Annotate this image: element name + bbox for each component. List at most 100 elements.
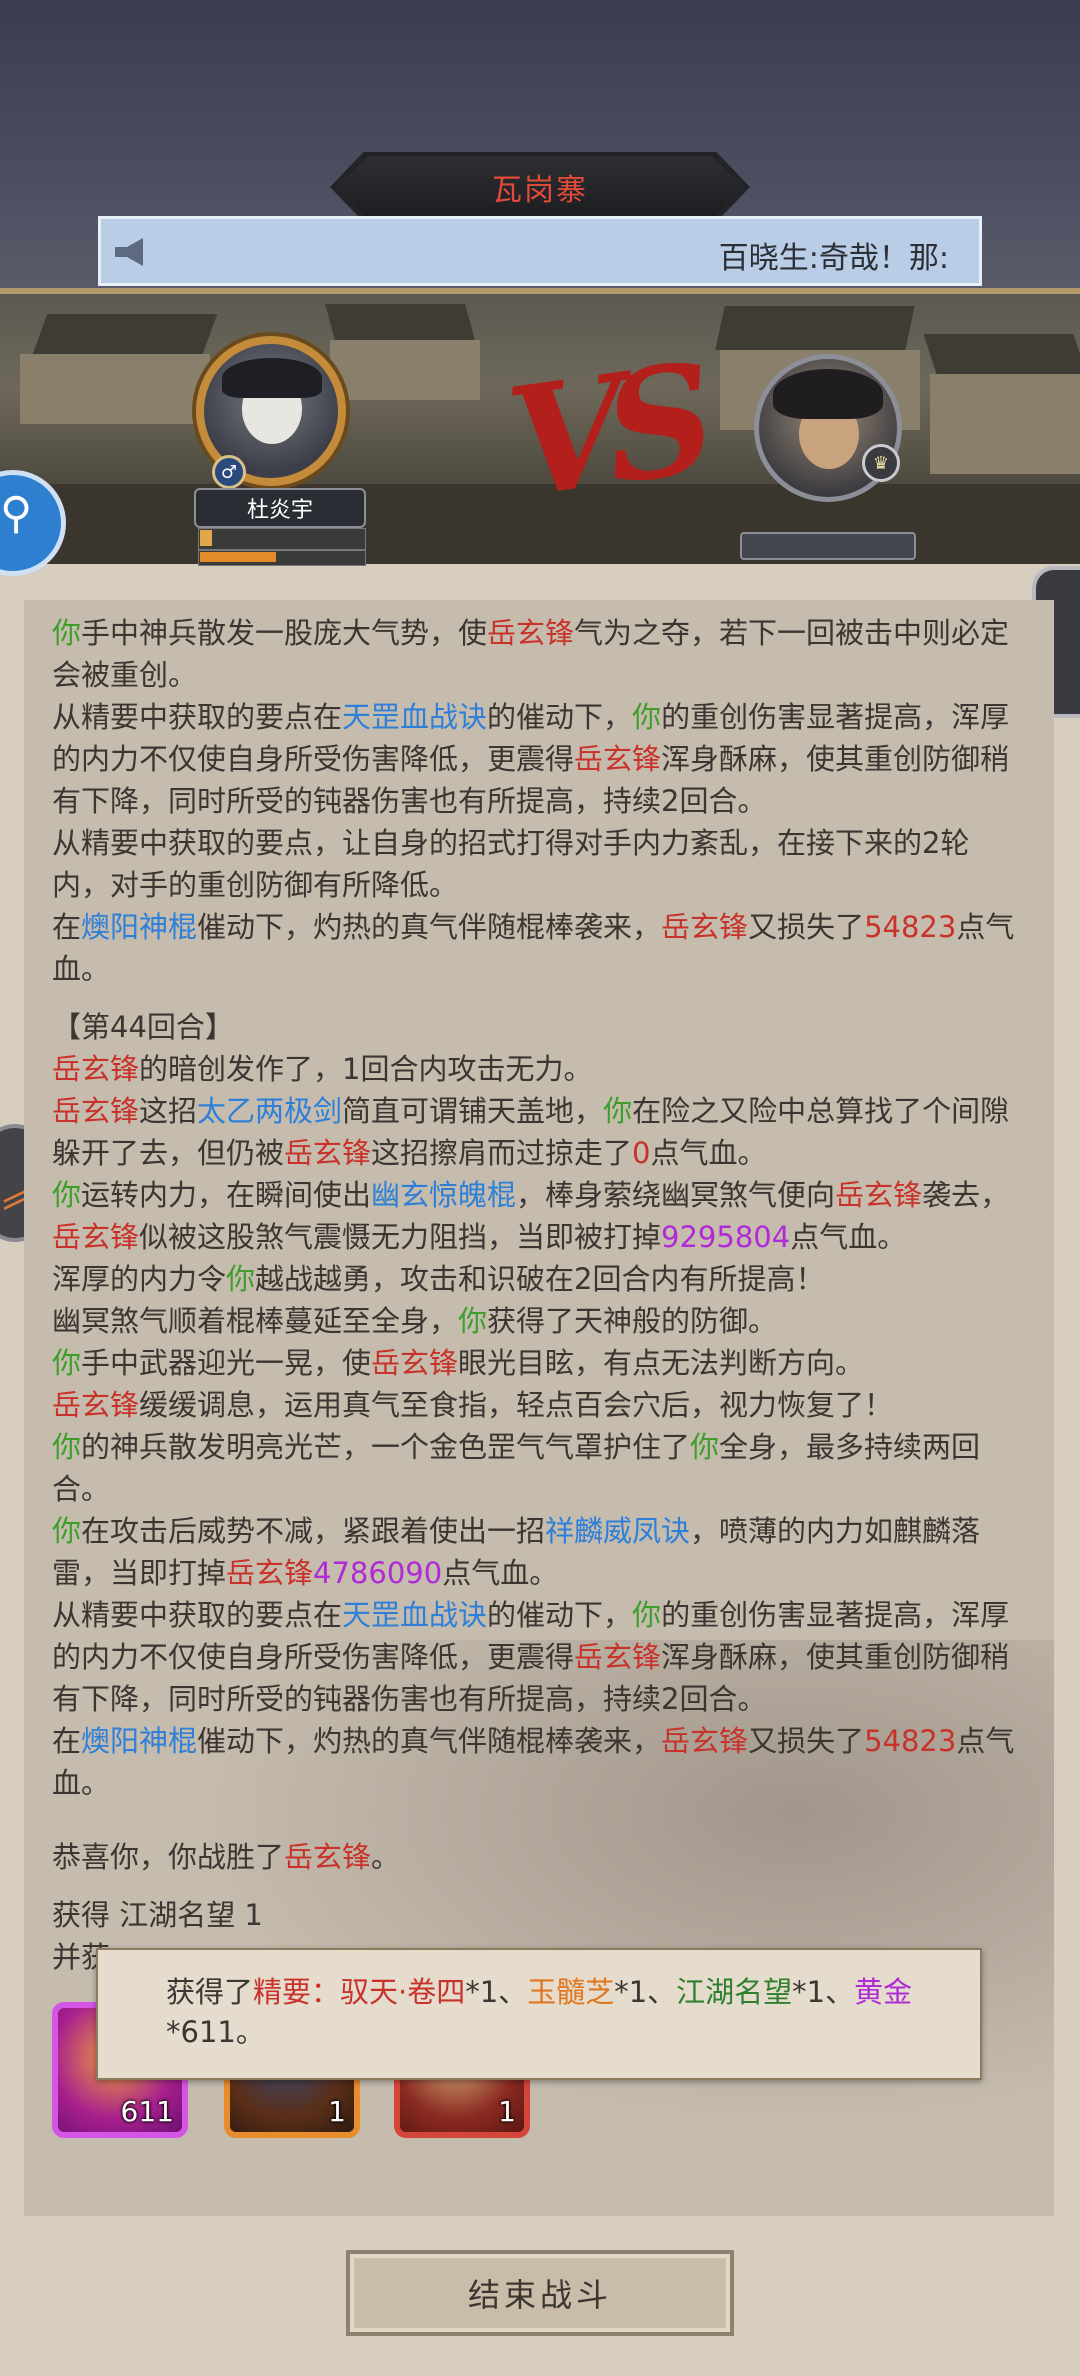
log-segment: 从精要中获取的要点在	[52, 1598, 343, 1632]
log-segment: 岳玄锋	[52, 1094, 140, 1128]
log-segment: 这招	[139, 1094, 198, 1128]
log-segment: 燠阳神棍	[81, 1724, 198, 1758]
log-line: 岳玄锋缓缓调息，运用真气至食指，轻点百会穴后，视力恢复了！	[52, 1384, 1026, 1426]
log-segment: 54823	[864, 910, 957, 944]
log-segment: 点气血。	[790, 1220, 907, 1254]
log-segment: 催动下，灼热的真气伴随棍棒袭来，	[197, 1724, 662, 1758]
log-segment: 的催动下，	[487, 700, 633, 734]
log-segment: 黄金	[854, 1975, 913, 2009]
log-segment: 你	[690, 1430, 720, 1464]
village-roof	[32, 314, 218, 354]
player-hp-fill	[200, 530, 212, 546]
log-line: 浑厚的内力令你越战越勇，攻击和识破在2回合内有所提高！	[52, 1258, 1026, 1300]
victory-message: 恭喜你，你战胜了岳玄锋。	[52, 1836, 1026, 1878]
enemy-hair	[773, 369, 883, 419]
log-segment: 你	[603, 1094, 633, 1128]
log-segment: 获得了天神般的防御。	[487, 1304, 778, 1338]
log-line: 你运转内力，在瞬间使出幽玄惊魄棍，棒身萦绕幽冥煞气便向岳玄锋袭去，岳玄锋似被这股…	[52, 1174, 1026, 1258]
player-hp-bar	[198, 528, 366, 550]
search-icon: ⚲	[0, 488, 33, 539]
log-segment: 岳玄锋	[835, 1178, 923, 1212]
log-line: 从精要中获取的要点在天罡血战诀的催动下，你的重创伤害显著提高，浑厚的内力不仅使自…	[52, 696, 1026, 822]
log-line: 在燠阳神棍催动下，灼热的真气伴随棍棒袭来，岳玄锋又损失了54823点气血。	[52, 906, 1026, 990]
log-segment: 这招擦肩而过掠走了	[371, 1136, 633, 1170]
log-segment: 岳玄锋	[52, 1220, 140, 1254]
log-line: 你手中神兵散发一股庞大气势，使岳玄锋气为之夺，若下一回被击中则必定会被重创。	[52, 612, 1026, 696]
log-line: 从精要中获取的要点在天罡血战诀的催动下，你的重创伤害显著提高，浑厚的内力不仅使自…	[52, 1594, 1026, 1720]
log-segment: 运转内力，在瞬间使出	[81, 1178, 372, 1212]
end-battle-button[interactable]: 结束战斗	[346, 2250, 734, 2336]
enemy-name-plate	[740, 532, 916, 560]
village-roof	[715, 306, 915, 350]
reward-reputation: 获得 江湖名望 1	[52, 1898, 263, 1932]
log-segment: *611。	[166, 2015, 265, 2049]
log-segment: 岳玄锋	[661, 910, 749, 944]
log-segment: 你	[226, 1262, 256, 1296]
vs-emblem: VS	[498, 332, 707, 532]
village-roof	[325, 304, 475, 340]
log-segment: 你	[52, 1178, 82, 1212]
log-segment: 玉髓芝	[527, 1975, 615, 2009]
log-segment: 手中神兵散发一股庞大气势，使	[81, 616, 488, 650]
log-segment: 天罡血战诀	[342, 700, 488, 734]
broadcast-message: 百晓生:奇哉！那:	[718, 241, 949, 276]
player-energy-fill	[200, 552, 276, 562]
log-segment: 的催动下，	[487, 1598, 633, 1632]
log-segment: 你	[632, 1598, 662, 1632]
log-segment: ，棒身萦绕幽冥煞气便向	[516, 1178, 836, 1212]
log-segment: 岳玄锋	[574, 742, 662, 776]
item-count: 1	[328, 2095, 346, 2128]
log-segment: 。	[371, 1840, 401, 1874]
megaphone-icon	[115, 238, 143, 266]
log-segment: 又损失了	[748, 1724, 865, 1758]
log-segment: 缓缓调息，运用真气至食指，轻点百会穴后，视力恢复了！	[139, 1388, 894, 1422]
round-header: 【第44回合】	[52, 1010, 234, 1044]
location-title: 瓦岗寨	[336, 156, 744, 218]
log-segment: 眼光目眩，有点无法判断方向。	[458, 1346, 865, 1380]
log-segment: 岳玄锋	[487, 616, 575, 650]
item-count: 1	[498, 2095, 516, 2128]
log-segment: 在	[52, 910, 82, 944]
log-segment: 岳玄锋	[661, 1724, 749, 1758]
log-segment: 岳玄锋	[52, 1388, 140, 1422]
log-segment: 4786090	[313, 1556, 443, 1590]
log-segment: 袭去，	[922, 1178, 1010, 1212]
log-segment: 从精要中获取的要点，让自身的招式打得对手内力紊乱，在接下来的2轮内，对手的重创防…	[52, 826, 970, 902]
log-segment: 岳玄锋	[284, 1840, 372, 1874]
log-segment: 浑厚的内力令	[52, 1262, 227, 1296]
log-segment: 岳玄锋	[284, 1136, 372, 1170]
village-house	[930, 374, 1080, 474]
log-segment: 的暗创发作了，1回合内攻击无力。	[139, 1052, 593, 1086]
battle-log: 你手中神兵散发一股庞大气势，使岳玄锋气为之夺，若下一回被击中则必定会被重创。 从…	[52, 612, 1026, 1978]
log-segment: 岳玄锋	[52, 1052, 140, 1086]
log-line: 从精要中获取的要点，让自身的招式打得对手内力紊乱，在接下来的2轮内，对手的重创防…	[52, 822, 1026, 906]
log-segment: 在	[52, 1724, 82, 1758]
log-segment: 0	[632, 1136, 651, 1170]
village-house	[330, 340, 480, 400]
log-segment: 越战越勇，攻击和识破在2回合内有所提高！	[255, 1262, 825, 1296]
log-line: 你手中武器迎光一晃，使岳玄锋眼光目眩，有点无法判断方向。	[52, 1342, 1026, 1384]
male-icon: ♂	[212, 455, 246, 489]
log-segment: 你	[52, 616, 82, 650]
log-segment: 恭喜你，你战胜了	[52, 1840, 285, 1874]
log-segment: 似被这股煞气震慑无力阻挡，当即被打掉	[139, 1220, 662, 1254]
log-segment: 的神兵散发明亮光芒，一个金色罡气气罩护住了	[81, 1430, 691, 1464]
log-line: 在燠阳神棍催动下，灼热的真气伴随棍棒袭来，岳玄锋又损失了54823点气血。	[52, 1720, 1026, 1804]
log-segment: 点气血。	[650, 1136, 767, 1170]
log-segment: 岳玄锋	[226, 1556, 314, 1590]
log-segment: 你	[632, 700, 662, 734]
log-segment: 天罡血战诀	[342, 1598, 488, 1632]
item-count: 611	[120, 2095, 174, 2128]
log-segment: 你	[52, 1430, 82, 1464]
log-segment: 获得了	[166, 1975, 254, 2009]
log-segment: 简直可谓铺天盖地，	[342, 1094, 604, 1128]
log-line: 幽冥煞气顺着棍棒蔓延至全身，你获得了天神般的防御。	[52, 1300, 1026, 1342]
log-line: 你在攻击后威势不减，紧跟着使出一招祥麟威凤诀，喷薄的内力如麒麟落雷，当即打掉岳玄…	[52, 1510, 1026, 1594]
reward-toast-text: 获得了精要：驭天·卷四*1、玉髓芝*1、江湖名望*1、黄金*611。	[166, 1972, 946, 2052]
log-segment: 精要：驭天·卷四	[253, 1975, 466, 2009]
log-segment: 催动下，灼热的真气伴随棍棒袭来，	[197, 910, 662, 944]
log-segment: 在攻击后威势不减，紧跟着使出一招	[81, 1514, 546, 1548]
log-segment: 54823	[864, 1724, 957, 1758]
broadcast-bar[interactable]: 百晓生:奇哉！那:	[98, 216, 982, 286]
log-segment: 太乙两极剑	[197, 1094, 343, 1128]
